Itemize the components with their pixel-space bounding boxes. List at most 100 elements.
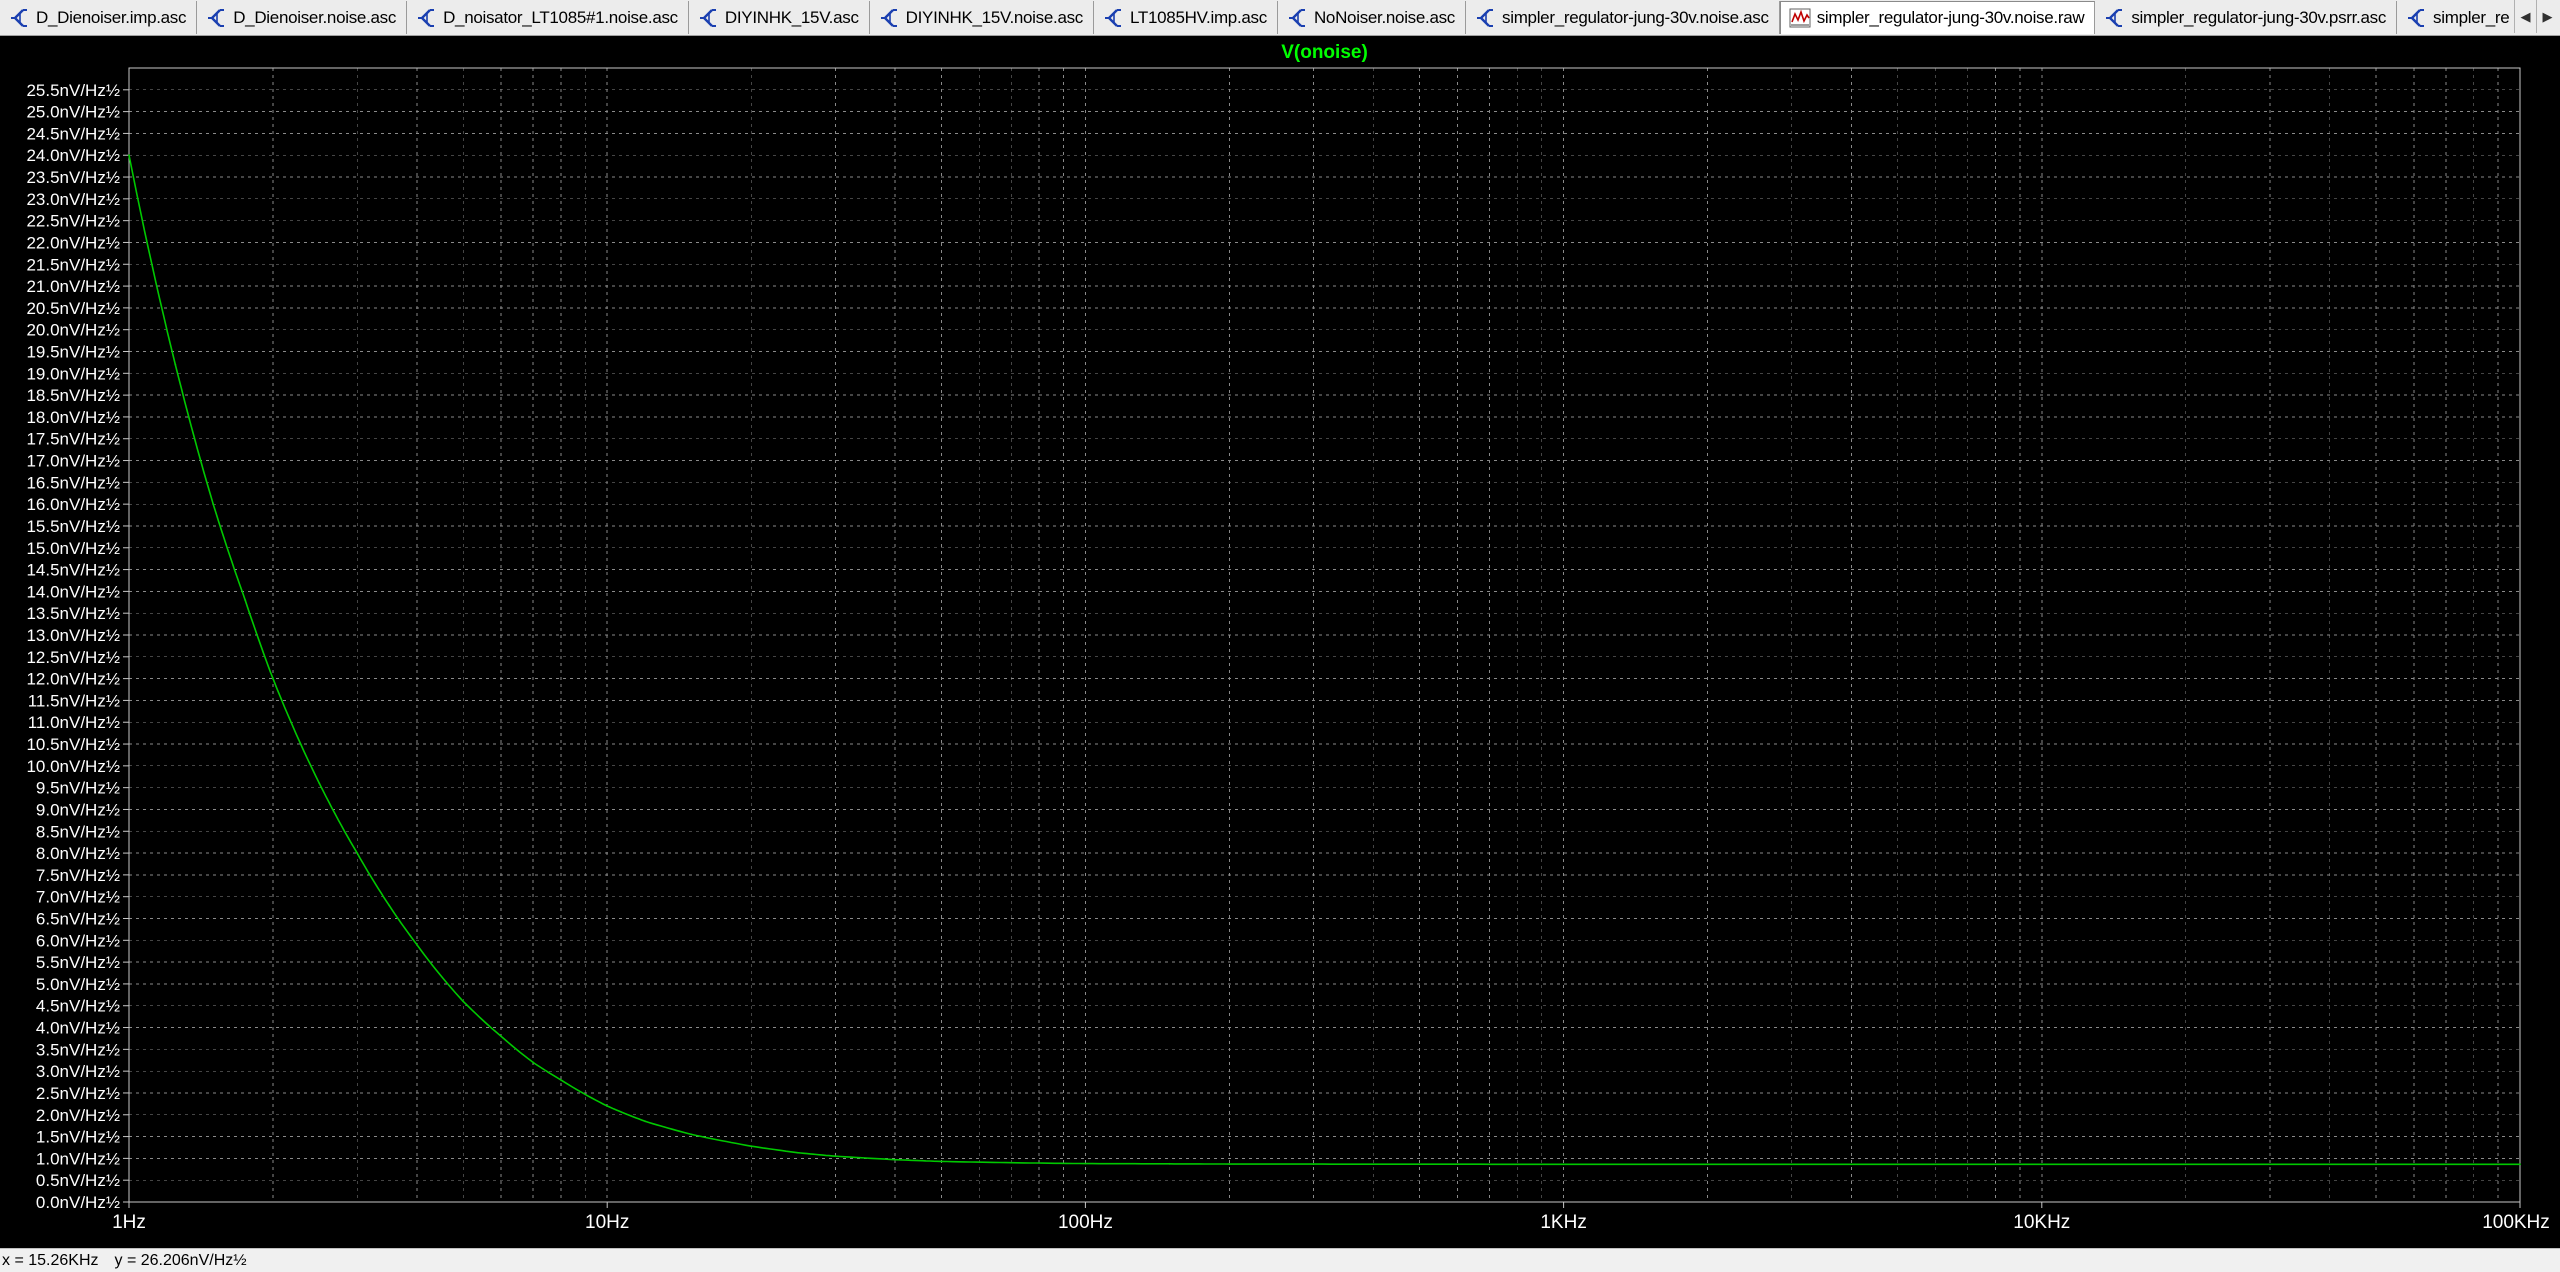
tab-d-dienoiser-noise-asc[interactable]: D_Dienoiser.noise.asc (197, 1, 408, 34)
x-tick-label: 100KHz (2482, 1212, 2550, 1233)
y-tick-label: 9.0nV/Hz½ (36, 800, 120, 819)
schematic-icon (1474, 7, 1496, 29)
tab-simpler-re[interactable]: simpler_re (2397, 1, 2521, 34)
y-tick-label: 6.5nV/Hz½ (36, 910, 120, 929)
y-tick-label: 7.0nV/Hz½ (36, 888, 120, 907)
y-tick-label: 13.5nV/Hz½ (26, 604, 120, 623)
tab-scroll-right-button[interactable]: ▶ (2536, 0, 2558, 33)
series-line-onoise (128, 155, 2520, 1166)
y-tick-label: 3.0nV/Hz½ (36, 1062, 120, 1081)
tab-diyinhk-15v-noise-asc[interactable]: DIYINHK_15V.noise.asc (869, 1, 1094, 34)
tab-strip: D_Dienoiser.imp.asc D_Dienoiser.noise.asc… (0, 0, 2521, 35)
y-tick-label: 24.5nV/Hz½ (26, 124, 120, 143)
x-tick-label: 10Hz (585, 1212, 629, 1233)
tab-label: D_noisator_LT1085#1.noise.asc (443, 7, 678, 27)
y-tick-label: 6.0nV/Hz½ (36, 931, 120, 950)
data-point (1562, 1163, 1565, 1166)
tab-label: simpler_regulator-jung-30v.noise.raw (1816, 8, 2085, 27)
y-tick-label: 23.0nV/Hz½ (26, 190, 120, 209)
schematic-icon (205, 7, 227, 29)
data-point (606, 1105, 609, 1107)
data-point (2040, 1163, 2043, 1166)
x-tick-label: 1KHz (1540, 1212, 1586, 1233)
x-tick-label: 1Hz (112, 1212, 146, 1233)
data-point (128, 154, 130, 157)
tab-nonoiser-noise-asc[interactable]: NoNoiser.noise.asc (1277, 1, 1467, 34)
x-tick-label: 100Hz (1058, 1212, 1113, 1233)
y-tick-label: 22.5nV/Hz½ (26, 212, 120, 231)
y-tick-label: 25.5nV/Hz½ (26, 81, 120, 100)
y-tick-label: 19.5nV/Hz½ (26, 343, 120, 362)
y-tick-label: 3.5nV/Hz½ (36, 1040, 120, 1059)
schematic-icon (2405, 7, 2427, 29)
y-tick-label: 11.5nV/Hz½ (28, 691, 120, 710)
y-tick-label: 0.5nV/Hz½ (36, 1171, 120, 1190)
schematic-icon (878, 7, 900, 29)
data-point (416, 943, 418, 946)
data-point (834, 1155, 837, 1158)
waveform-icon (1789, 7, 1811, 29)
y-tick-label: 21.0nV/Hz½ (26, 277, 120, 296)
schematic-icon (697, 7, 719, 29)
tab-simpler-regulator-jung-30v-noise-raw[interactable]: simpler_regulator-jung-30v.noise.raw (1779, 1, 2096, 34)
data-point (559, 1078, 562, 1081)
y-tick-label: 5.5nV/Hz½ (36, 953, 120, 972)
y-tick-label: 23.5nV/Hz½ (26, 168, 120, 187)
y-tick-label: 16.0nV/Hz½ (26, 495, 120, 514)
y-tick-label: 17.0nV/Hz½ (26, 452, 120, 471)
tab-lt1085hv-imp-asc[interactable]: LT1085HV.imp.asc (1094, 1, 1278, 34)
waveform-plot-pane[interactable]: 0.0nV/Hz½ 0.5nV/Hz½ 1.0nV/Hz½ 1.5nV/Hz½ 2.0n… (0, 36, 2560, 1248)
tab-simpler-regulator-jung-30v-psrr-asc[interactable]: simpler_regulator-jung-30v.psrr.asc (2095, 1, 2398, 34)
tab-label: simpler_regulator-jung-30v.psrr.asc (2131, 7, 2387, 27)
y-tick-label: 14.5nV/Hz½ (26, 561, 120, 580)
noise-chart[interactable]: 0.0nV/Hz½ 0.5nV/Hz½ 1.0nV/Hz½ 1.5nV/Hz½ 2.0n… (0, 36, 2560, 1248)
y-tick-label: 2.0nV/Hz½ (36, 1106, 120, 1125)
y-tick-label: 8.5nV/Hz½ (36, 822, 120, 841)
data-point (690, 1133, 693, 1136)
grid-lines (129, 68, 2520, 1202)
tab-scroll-left-button[interactable]: ◀ (2514, 0, 2536, 33)
tab-label: simpler_regulator-jung-30v.noise.asc (1502, 7, 1769, 27)
data-point (1312, 1163, 1315, 1166)
data-point (894, 1158, 897, 1161)
data-point (2519, 1163, 2521, 1166)
tab-label: DIYINHK_15V.asc (724, 7, 859, 27)
schematic-icon (8, 7, 30, 29)
tab-simpler-regulator-jung-30v-noise-asc[interactable]: simpler_regulator-jung-30v.noise.asc (1466, 1, 1780, 34)
tab-d-dienoiser-imp-asc[interactable]: D_Dienoiser.imp.asc (0, 1, 198, 34)
y-tick-label: 20.0nV/Hz½ (26, 321, 120, 340)
y-tick-label: 12.5nV/Hz½ (26, 648, 120, 667)
y-tick-label: 14.0nV/Hz½ (26, 582, 120, 601)
y-tick-label: 18.0nV/Hz½ (26, 408, 120, 427)
status-bar: x = 15.26KHz y = 26.206nV/Hz½ (0, 1248, 2560, 1272)
y-tick-label: 15.0nV/Hz½ (26, 539, 120, 558)
tab-label: simpler_re (2433, 7, 2510, 27)
y-tick-label: 19.0nV/Hz½ (26, 364, 120, 383)
data-point (1084, 1162, 1087, 1165)
data-point (532, 1061, 535, 1064)
y-tick-label: 11.0nV/Hz½ (28, 713, 120, 732)
data-point (644, 1120, 646, 1123)
data-point (750, 1145, 753, 1148)
tab-diyinhk-15v-asc[interactable]: DIYINHK_15V.asc (688, 1, 870, 34)
y-tick-label: 20.5nV/Hz½ (26, 299, 120, 318)
tab-label: D_Dienoiser.noise.asc (233, 7, 397, 27)
data-point (1706, 1163, 1709, 1166)
y-tick-label: 1.5nV/Hz½ (36, 1128, 120, 1147)
y-tick-label: 17.5nV/Hz½ (26, 430, 120, 449)
y-tick-label: 7.5nV/Hz½ (36, 866, 120, 885)
data-point (1168, 1162, 1171, 1165)
y-tick-label: 0.0nV/Hz½ (36, 1193, 120, 1212)
tab-label: NoNoiser.noise.asc (1313, 7, 1456, 27)
trace-title: V(onoise) (1281, 42, 1368, 63)
tab-label: D_Dienoiser.imp.asc (36, 7, 187, 27)
y-tick-label: 12.0nV/Hz½ (26, 670, 120, 689)
y-tick-label: 10.5nV/Hz½ (26, 735, 120, 754)
schematic-icon (1102, 7, 1124, 29)
tab-d-noisator-lt1085-1-noise-asc[interactable]: D_noisator_LT1085#1.noise.asc (407, 1, 689, 34)
schematic-icon (415, 7, 437, 29)
y-tick-label: 25.0nV/Hz½ (26, 103, 120, 122)
data-point (462, 1000, 465, 1003)
cursor-y-readout: y = 26.206nV/Hz½ (114, 1251, 247, 1269)
y-tick-label: 15.5nV/Hz½ (26, 517, 120, 536)
